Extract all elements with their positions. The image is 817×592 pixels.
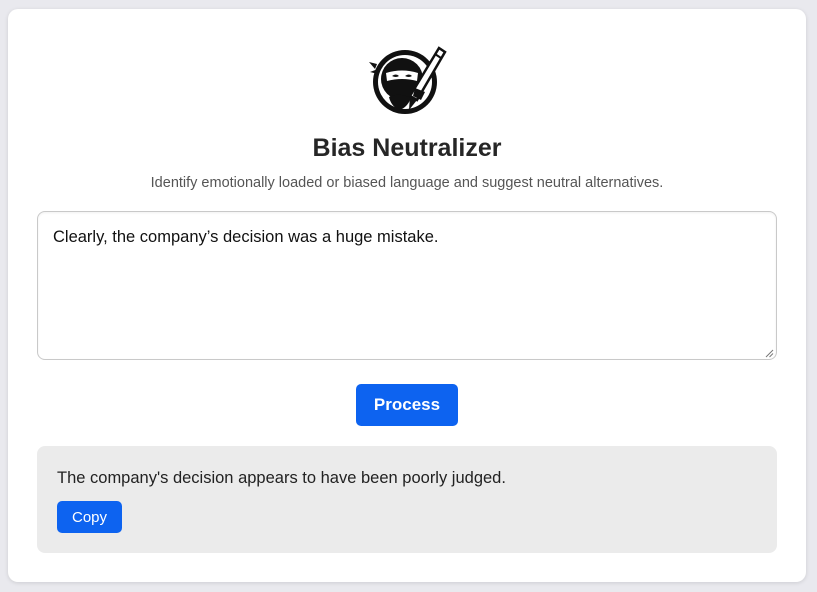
ninja-writer-icon — [369, 46, 447, 114]
copy-button[interactable]: Copy — [57, 501, 122, 533]
process-button[interactable]: Process — [356, 384, 458, 426]
output-panel: The company's decision appears to have b… — [37, 446, 777, 553]
resize-handle-icon[interactable] — [765, 349, 774, 358]
output-text: The company's decision appears to have b… — [57, 469, 506, 487]
text-input[interactable]: Clearly, the company’s decision was a hu… — [37, 211, 777, 360]
page-subtitle: Identify emotionally loaded or biased la… — [150, 175, 664, 191]
page-title: Bias Neutralizer — [312, 134, 502, 162]
main-card: Bias Neutralizer Identify emotionally lo… — [8, 9, 806, 582]
